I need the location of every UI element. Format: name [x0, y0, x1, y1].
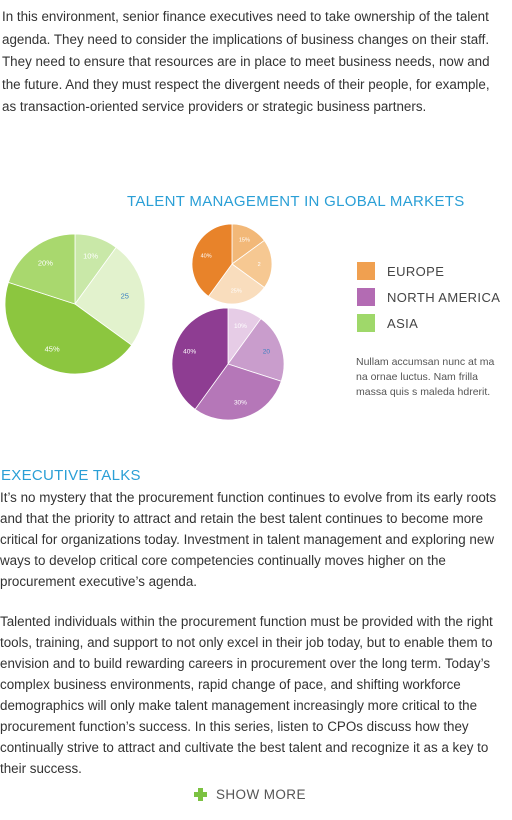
paragraph-2-line: complex business environments, rapid cha…: [0, 677, 461, 692]
intro-paragraph: In this environment, senior finance exec…: [2, 6, 512, 119]
paragraph-1-line: procurement executive’s agenda.: [0, 574, 198, 589]
intro-line: In this environment, senior finance exec…: [2, 9, 489, 24]
paragraph-2-line: demographics will only make talent manag…: [0, 698, 478, 713]
intro-line: as transaction-oriented service provider…: [2, 99, 427, 114]
pie-slice-label: 30%: [234, 400, 247, 407]
chart-title: TALENT MANAGEMENT IN GLOBAL MARKETS: [127, 193, 465, 210]
paragraph-2-line: Talented individuals within the procurem…: [0, 614, 493, 629]
pie-slice-label: 40%: [201, 253, 212, 259]
pie-slice-label: 10%: [234, 323, 247, 330]
intro-line: the future. And they must respect the di…: [2, 76, 490, 92]
pie-slice-label: 25%: [231, 289, 242, 295]
side-note-line: na ornae luctus. Nam frilla: [356, 371, 478, 383]
pie-slice-label: 45%: [45, 344, 60, 353]
side-note-line: Nullam accumsan nunc at ma: [356, 356, 495, 368]
paragraph-2-line: tools, training, and support to not only…: [0, 635, 493, 650]
legend-label-europe: EUROPE: [387, 263, 445, 279]
section-title: EXECUTIVE TALKS: [1, 467, 141, 484]
pie-slice-label: 10%: [83, 252, 98, 261]
legend-swatch-north-america: [357, 288, 375, 306]
paragraph-1-line: ways to develop critical core competenci…: [0, 553, 446, 568]
paragraph-2-line: envision and to build rewarding careers …: [0, 656, 491, 671]
plus-icon: [194, 788, 207, 801]
body-text: It’s no mystery that the procurement fun…: [0, 487, 512, 779]
legend-swatch-asia: [357, 314, 375, 332]
paragraph-2-line: their success.: [0, 761, 82, 776]
legend-label-asia: ASIA: [387, 315, 419, 331]
paragraph-1-line: and that the priority to attract and ret…: [0, 511, 484, 526]
show-more-label: SHOW MORE: [216, 787, 306, 802]
legend-item-asia: ASIA: [357, 310, 500, 336]
chart-legend: EUROPE NORTH AMERICA ASIA: [357, 258, 500, 336]
pie-slice-label: 2: [258, 262, 261, 268]
intro-line: They need to ensure that resources are i…: [2, 54, 490, 69]
pie-north-america: 10% 20 30% 40%: [171, 307, 285, 421]
legend-label-north-america: NORTH AMERICA: [387, 289, 501, 305]
side-note-line: massa quis s maleda hdrerit.: [356, 386, 491, 398]
intro-line: agenda. They need to consider the implic…: [2, 31, 490, 47]
pie-slice-label: 25: [121, 292, 129, 301]
legend-item-north-america: NORTH AMERICA: [357, 284, 500, 310]
paragraph-2-line: continually strive to attract and cultiv…: [0, 740, 489, 755]
pie-slice-label: 20: [263, 349, 271, 356]
pie-asia: 10% 25 45% 20%: [4, 233, 146, 375]
side-note: Nullam accumsan nunc at ma na ornae luct…: [356, 355, 512, 400]
pie-slice-label: 15%: [239, 238, 250, 244]
legend-swatch-europe: [357, 262, 375, 280]
legend-item-europe: EUROPE: [357, 258, 500, 284]
pie-slice-label: 20%: [38, 259, 53, 268]
paragraph-1-line: critical for organizations today. Invest…: [0, 532, 494, 547]
show-more-button[interactable]: SHOW MORE: [194, 787, 306, 802]
pie-slice-label: 40%: [183, 349, 196, 356]
paragraph-2-line: procurement function’s success. In this …: [0, 719, 469, 734]
paragraph-1-line: It’s no mystery that the procurement fun…: [0, 490, 497, 505]
pie-europe: 15% 2 25% 40%: [191, 223, 273, 305]
